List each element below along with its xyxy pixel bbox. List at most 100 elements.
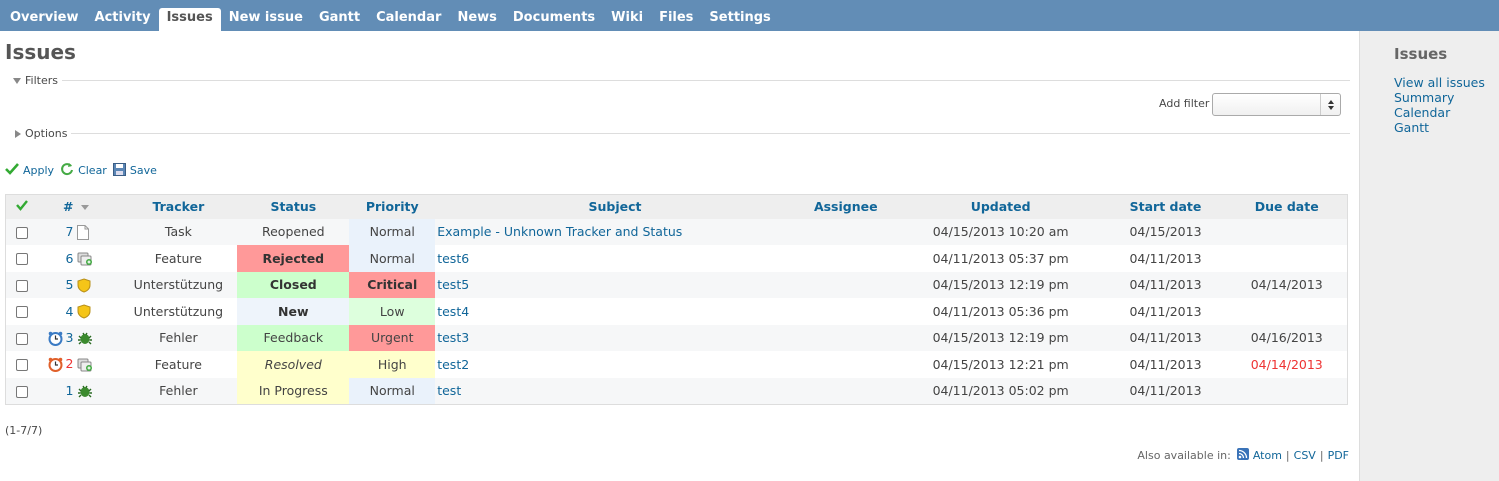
checkmark-icon [15,200,28,212]
column-header-due-date[interactable]: Due date [1226,194,1348,219]
column-header-subject[interactable]: Subject [435,194,795,219]
clock-blue-icon [48,331,63,346]
atom-link[interactable]: Atom [1253,449,1282,462]
priority-cell: Urgent [349,324,436,351]
updated-cell: 04/11/2013 05:36 pm [896,298,1105,325]
add-filter-select[interactable] [1212,93,1341,116]
status-cell: Resolved [237,351,350,378]
options-fieldset [5,133,1350,134]
table-row[interactable]: 7 Task Reopened Normal Example - Unknown… [5,218,1348,245]
support-shield-icon [77,304,91,319]
priority-cell: High [349,351,436,378]
tab-news[interactable]: News [449,8,504,31]
tracker-cell: Unterstützung [119,271,238,298]
issue-id-link[interactable]: 1 [65,383,73,398]
tab-files[interactable]: Files [651,8,701,31]
issue-id-link[interactable]: 7 [65,224,73,239]
query-buttons: Apply Clear Save [5,162,163,179]
issue-id-link[interactable]: 4 [65,304,73,319]
sidebar-link-calendar[interactable]: Calendar [1394,105,1499,120]
status-cell: In Progress [237,377,350,404]
feed-icon [1236,448,1249,463]
tab-issues[interactable]: Issues [158,8,221,31]
sidebar: Issues View all issues Summary Calendar … [1359,31,1499,481]
issue-subject-link[interactable]: test2 [437,357,469,372]
table-row[interactable]: 2 Feature Resolved High test2 04/15/2013… [5,351,1348,378]
issue-subject-link[interactable]: Example - Unknown Tracker and Status [437,224,682,239]
issue-subject-link[interactable]: test6 [437,251,469,266]
sidebar-link-gantt[interactable]: Gantt [1394,120,1499,135]
save-button[interactable]: Save [112,162,157,179]
column-header-tracker[interactable]: Tracker [119,194,238,219]
row-checkbox[interactable] [15,279,28,292]
issue-subject-link[interactable]: test4 [437,304,469,319]
row-checkbox[interactable] [15,332,28,345]
table-row[interactable]: 4 Unterstützung New Low test4 04/11/2013… [5,298,1348,325]
row-checkbox[interactable] [15,385,28,398]
sort-desc-header[interactable] [75,194,120,219]
tab-wiki[interactable]: Wiki [603,8,651,31]
options-legend[interactable]: Options [5,127,72,140]
collapse-arrow-icon [13,77,21,84]
due-date-cell [1226,218,1348,245]
column-header-status[interactable]: Status [237,194,350,219]
row-checkbox[interactable] [15,359,28,372]
issue-subject-link[interactable]: test3 [437,330,469,345]
due-date-cell [1226,298,1348,325]
sidebar-link-view-all-issues[interactable]: View all issues [1394,75,1499,90]
issue-subject-link[interactable]: test5 [437,277,469,292]
issue-id-link[interactable]: 3 [65,330,73,345]
column-header-id[interactable]: # [37,194,76,219]
column-header-updated[interactable]: Updated [896,194,1105,219]
start-date-cell: 04/11/2013 [1104,271,1227,298]
issue-id-link[interactable]: 6 [65,251,73,266]
start-date-cell: 04/11/2013 [1104,324,1227,351]
column-header-priority[interactable]: Priority [349,194,436,219]
tab-settings[interactable]: Settings [701,8,778,31]
separator: | [1319,449,1324,462]
row-checkbox[interactable] [15,306,28,319]
document-icon [77,224,90,240]
csv-link[interactable]: CSV [1294,449,1316,462]
filters-legend[interactable]: Filters [5,74,62,87]
column-header-start-date[interactable]: Start date [1104,194,1227,219]
tracker-cell: Fehler [119,377,238,404]
tab-gantt[interactable]: Gantt [311,8,368,31]
start-date-cell: 04/11/2013 [1104,377,1227,404]
priority-cell: Critical [349,271,436,298]
tab-new-issue[interactable]: New issue [221,8,311,31]
updated-cell: 04/11/2013 05:02 pm [896,377,1105,404]
clear-button[interactable]: Clear [60,162,107,179]
pdf-link[interactable]: PDF [1328,449,1349,462]
tracker-cell: Feature [119,351,238,378]
issue-id-link[interactable]: 2 [65,356,73,371]
assignee-cell [794,271,897,298]
row-checkbox[interactable] [15,226,28,239]
table-row[interactable]: 1 Fehler In Progress Normal test 04/11/2… [5,377,1348,404]
due-date-cell [1226,245,1348,272]
feature-icon [77,252,93,266]
table-row[interactable]: 3 Fehler Feedback Urgent test3 04/15/201… [5,324,1348,351]
table-row[interactable]: 5 Unterstützung Closed Critical test5 04… [5,271,1348,298]
issue-subject-link[interactable]: test [437,383,461,398]
clock-red-icon [48,357,63,373]
support-shield-icon [77,278,91,293]
export-label: Also available in: [1137,449,1231,462]
tab-calendar[interactable]: Calendar [368,8,449,31]
page-title: Issues [5,40,76,64]
tab-activity[interactable]: Activity [87,8,159,31]
updated-cell: 04/11/2013 05:37 pm [896,245,1105,272]
row-checkbox[interactable] [15,253,28,266]
table-row[interactable]: 6 Feature Rejected Normal test6 04/11/20… [5,245,1348,272]
tab-overview[interactable]: Overview [2,8,87,31]
tracker-cell: Unterstützung [119,298,238,325]
apply-button[interactable]: Apply [5,163,54,178]
column-header-assignee[interactable]: Assignee [794,194,897,219]
pagination-summary: (1-7/7) [5,424,43,437]
add-filter-label: Add filter [1159,97,1210,110]
sort-desc-icon [81,205,90,211]
sidebar-link-summary[interactable]: Summary [1394,90,1499,105]
toggle-all-header[interactable] [5,194,38,219]
issue-id-link[interactable]: 5 [65,277,73,292]
tab-documents[interactable]: Documents [505,8,603,31]
